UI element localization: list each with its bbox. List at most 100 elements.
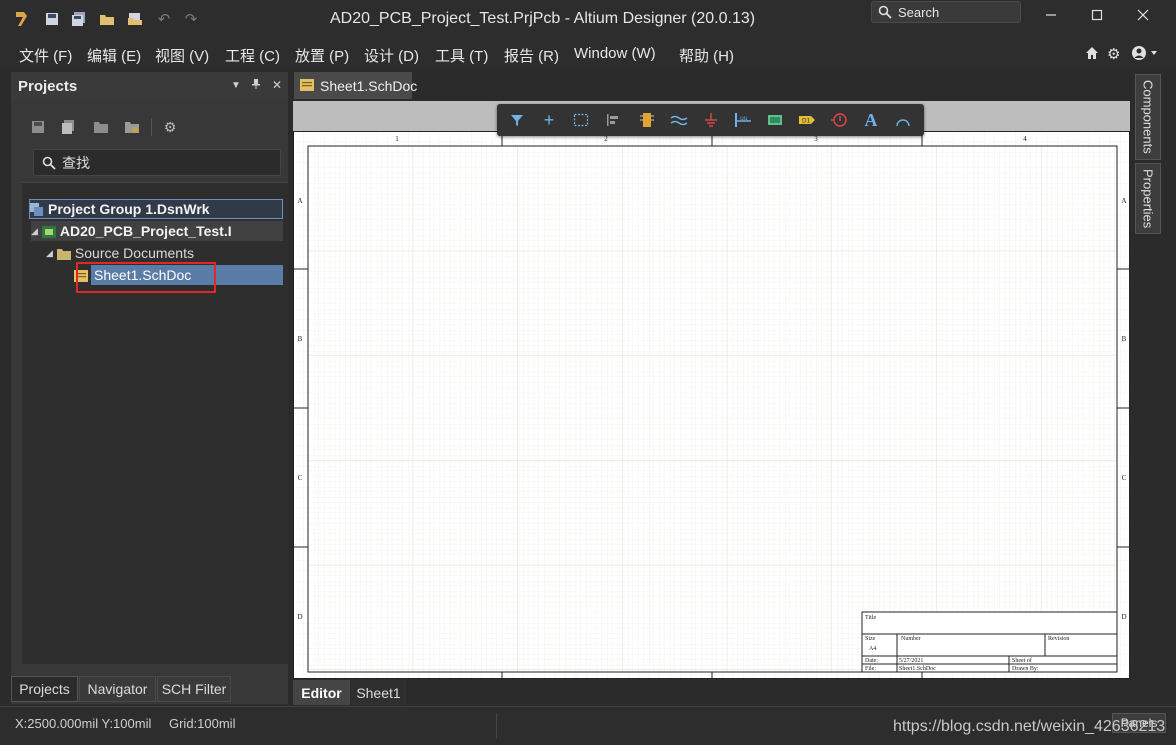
zone-label-row-c-right: C <box>1122 474 1127 482</box>
user-account-icon[interactable] <box>1131 45 1159 66</box>
status-divider <box>496 713 497 739</box>
filter-icon[interactable] <box>507 111 527 129</box>
zone-label-row-b-right: B <box>1122 335 1127 343</box>
search-icon <box>42 156 56 170</box>
zone-label-col-3: 3 <box>814 135 818 143</box>
no-erc-icon[interactable] <box>829 111 849 129</box>
panel-menu-dropdown-icon[interactable]: ▼ <box>231 80 241 91</box>
schematic-sheet[interactable]: 1 2 3 4 A B C D A B C D Title Size A4 Nu… <box>293 131 1130 679</box>
text-string-icon[interactable]: A <box>861 110 881 130</box>
panel-close-icon[interactable]: ✕ <box>272 78 282 92</box>
tree-item-project-group[interactable]: Project Group 1.DsnWrk <box>29 199 283 219</box>
place-wire-icon[interactable] <box>669 111 689 129</box>
menu-view[interactable]: 视图 (V) <box>155 45 209 66</box>
pcb-project-icon <box>41 225 56 238</box>
align-icon[interactable] <box>603 111 623 129</box>
maximize-button[interactable] <box>1074 4 1120 26</box>
side-tab-label: Properties <box>1140 168 1156 229</box>
tab-projects[interactable]: Projects <box>11 676 78 702</box>
open-project-icon[interactable] <box>125 9 145 29</box>
menu-edit[interactable]: 编辑 (E) <box>87 45 141 66</box>
tree-item-source-documents[interactable]: ◢ Source Documents <box>46 243 194 263</box>
power-ground-icon[interactable] <box>701 111 721 129</box>
svg-text:D1: D1 <box>802 118 811 125</box>
expand-triangle-icon[interactable]: ◢ <box>31 226 38 237</box>
svg-text:uu: uu <box>740 115 748 122</box>
schematic-canvas[interactable]: 1 2 3 4 A B C D A B C D Title Size A4 Nu… <box>293 131 1130 679</box>
compile-icon[interactable] <box>59 118 77 136</box>
status-coordinates: X:2500.000mil Y:100mil Grid:100mil <box>15 716 235 731</box>
folder-icon <box>56 247 71 260</box>
minimize-button[interactable] <box>1028 4 1074 26</box>
pin-icon[interactable] <box>251 78 261 93</box>
settings-icon[interactable]: ⚙ <box>161 118 179 136</box>
open-icon[interactable] <box>97 9 117 29</box>
tree-label: AD20_PCB_Project_Test.I <box>59 223 232 239</box>
project-options-icon[interactable] <box>92 118 110 136</box>
tree-label: Source Documents <box>74 245 194 261</box>
undo-icon[interactable]: ↶ <box>154 9 174 29</box>
save-project-icon[interactable] <box>29 118 47 136</box>
select-rect-icon[interactable] <box>571 111 591 129</box>
document-tab-label: Sheet1.SchDoc <box>320 77 418 94</box>
title-bar: ↶ ↷ AD20_PCB_Project_Test.PrjPcb - Altiu… <box>0 0 1176 38</box>
document-tab-sheet1[interactable]: Sheet1.SchDoc <box>294 72 417 99</box>
zone-label-col-1: 1 <box>395 135 399 143</box>
zone-label-col-4: 4 <box>1023 135 1027 143</box>
zone-label-row-d: D <box>297 613 302 621</box>
zone-label-row-a: A <box>297 197 302 205</box>
global-search-box[interactable]: Search <box>871 1 1021 23</box>
add-folder-icon[interactable] <box>123 118 141 136</box>
menu-reports[interactable]: 报告 (R) <box>504 45 559 66</box>
title-block-size-value: A4 <box>869 646 876 652</box>
status-bar: X:2500.000mil Y:100mil Grid:100mil Panel… <box>0 706 1176 745</box>
close-button[interactable] <box>1120 4 1166 26</box>
menu-file[interactable]: 文件 (F) <box>19 45 72 66</box>
panel-search-placeholder: 查找 <box>62 154 90 171</box>
side-tab-properties[interactable]: Properties <box>1135 163 1161 234</box>
project-tree: Project Group 1.DsnWrk ◢ AD20_PCB_Projec… <box>22 182 288 664</box>
zone-label-row-d-right: D <box>1121 613 1126 621</box>
toolbar-divider <box>151 118 152 136</box>
title-block-date: Date: <box>865 658 878 664</box>
expand-triangle-icon[interactable]: ◢ <box>46 248 53 259</box>
gear-icon[interactable]: ⚙ <box>1107 45 1120 63</box>
schematic-active-bar: + uu D1 A <box>497 104 924 136</box>
sheet-symbol-icon[interactable] <box>765 111 785 129</box>
tab-sch-filter[interactable]: SCH Filter <box>157 676 231 702</box>
port-icon[interactable]: D1 <box>797 111 817 129</box>
zone-label-row-c: C <box>298 474 303 482</box>
place-part-icon[interactable] <box>637 111 657 129</box>
harness-icon[interactable]: uu <box>733 111 753 129</box>
tab-editor[interactable]: Editor <box>293 680 350 705</box>
menu-window[interactable]: Window (W) <box>574 45 656 62</box>
title-block-date-value: 5/27/2021 <box>899 658 923 664</box>
menu-help[interactable]: 帮助 (H) <box>679 45 734 66</box>
tab-sheet1[interactable]: Sheet1 <box>351 680 406 705</box>
title-block-title: Title <box>865 615 876 621</box>
home-icon[interactable] <box>1085 46 1099 65</box>
save-icon[interactable] <box>42 9 62 29</box>
grid-size: Grid:100mil <box>168 716 236 731</box>
cursor-coordinates: X:2500.000mil Y:100mil <box>15 716 152 731</box>
app-logo-icon[interactable] <box>11 9 31 29</box>
menu-project[interactable]: 工程 (C) <box>225 45 280 66</box>
tab-navigator[interactable]: Navigator <box>79 676 156 702</box>
menu-bar: 文件 (F) 编辑 (E) 视图 (V) 工程 (C) 放置 (P) 设计 (D… <box>0 38 1176 68</box>
side-tab-components[interactable]: Components <box>1135 74 1161 160</box>
save-all-icon[interactable] <box>69 9 89 29</box>
title-block-file: File: <box>865 666 876 672</box>
menu-tools[interactable]: 工具 (T) <box>435 45 488 66</box>
title-block-file-value: Sheet1.SchDoc <box>899 666 936 672</box>
panel-search-input[interactable]: 查找 <box>33 149 281 176</box>
tree-item-project[interactable]: ◢ AD20_PCB_Project_Test.I <box>31 221 283 241</box>
menu-place[interactable]: 放置 (P) <box>295 45 349 66</box>
menu-design[interactable]: 设计 (D) <box>364 45 419 66</box>
search-icon <box>878 5 892 19</box>
move-crosshair-icon[interactable]: + <box>539 110 559 130</box>
watermark-url: https://blog.csdn.net/weixin_42636213 <box>893 718 1166 735</box>
arc-icon[interactable] <box>893 111 913 129</box>
title-block-revision: Revision <box>1048 636 1069 642</box>
redo-icon[interactable]: ↷ <box>181 9 201 29</box>
zone-label-col-2: 2 <box>604 135 608 143</box>
